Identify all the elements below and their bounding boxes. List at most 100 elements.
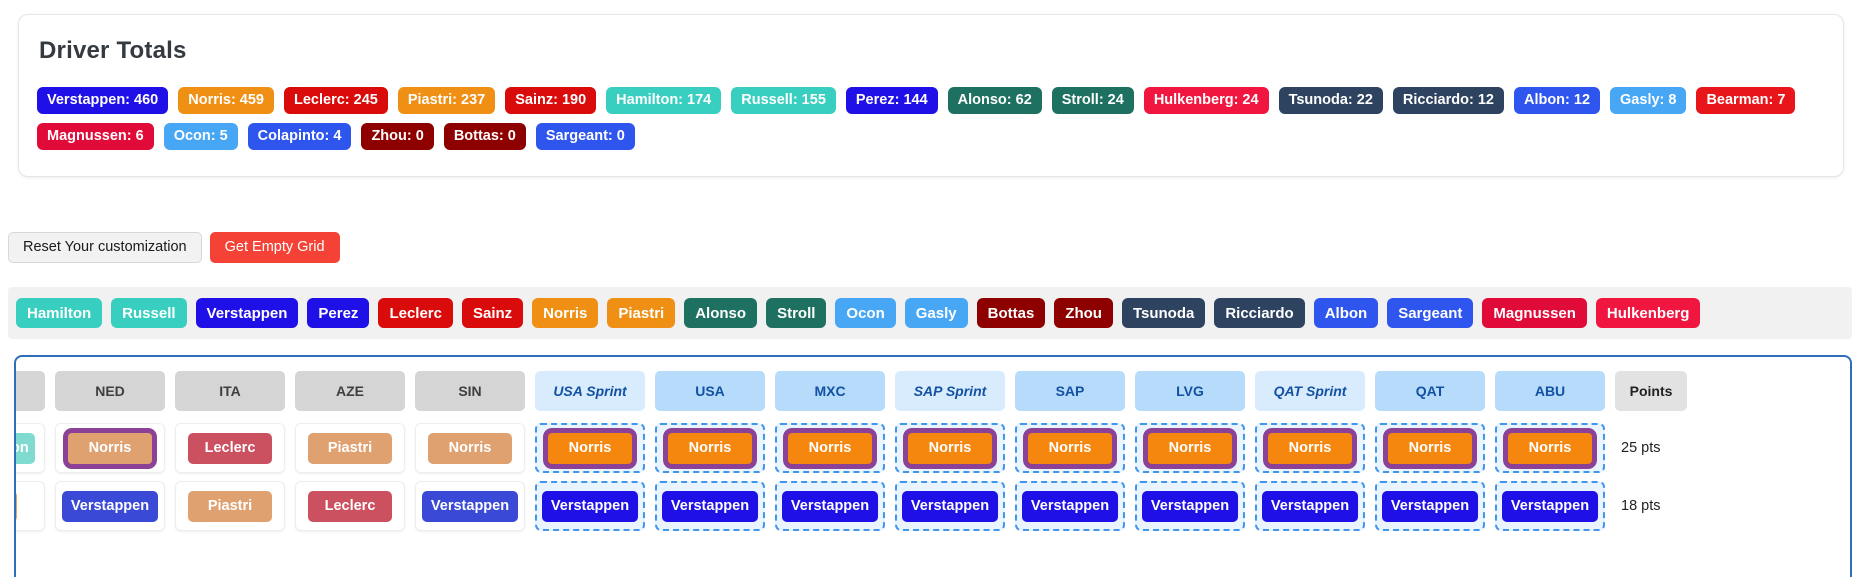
driver-total-badge: Bearman: 7	[1696, 87, 1796, 114]
race-header-cell: AZE	[295, 371, 405, 411]
race-result-cell[interactable]: Piastri	[175, 481, 285, 531]
race-result-cell[interactable]: Verstappen	[655, 481, 765, 531]
driver-chip[interactable]: Perez	[307, 298, 370, 328]
driver-total-badge: Stroll: 24	[1051, 87, 1134, 114]
driver-totals-card: Driver Totals Verstappen: 460 Norris: 459…	[18, 14, 1844, 177]
driver-chip[interactable]: Gasly	[904, 298, 968, 328]
driver-totals-list: Verstappen: 460 Norris: 459 Leclerc: 245 Pi…	[37, 87, 1825, 150]
driver-pill: Verstappen	[781, 490, 879, 522]
race-header-cell: LVG	[1135, 371, 1245, 411]
driver-chip[interactable]: Verstappen	[195, 298, 299, 328]
driver-chip[interactable]: Bottas	[976, 298, 1046, 328]
driver-chip[interactable]: Albon	[1313, 298, 1379, 328]
driver-total-badge: Norris: 459	[178, 87, 274, 114]
driver-pill: Verstappen	[1501, 490, 1599, 522]
driver-chip[interactable]: Hamilton	[16, 298, 103, 328]
driver-chip[interactable]: Norris	[532, 298, 599, 328]
driver-total-badge: Albon: 12	[1513, 87, 1601, 114]
driver-chip[interactable]: Sargeant	[1387, 298, 1474, 328]
driver-pill: Verstappen	[901, 490, 999, 522]
driver-chip[interactable]: Ocon	[835, 298, 896, 328]
driver-total-badge: Magnussen: 6	[37, 123, 154, 150]
driver-chip[interactable]: Leclerc	[378, 298, 453, 328]
driver-chip[interactable]: Magnussen	[1482, 298, 1587, 328]
race-result-cell[interactable]: Norris	[1135, 423, 1245, 473]
race-result-cell[interactable]: Verstappen	[415, 481, 525, 531]
driver-chip[interactable]: Stroll	[766, 298, 827, 328]
race-result-cell[interactable]: Norris	[1495, 423, 1605, 473]
driver-pill: Norris	[68, 432, 152, 464]
race-result-cell[interactable]: Leclerc	[295, 481, 405, 531]
race-result-cell[interactable]: Norris	[55, 423, 165, 473]
race-result-cell[interactable]: Norris	[415, 423, 525, 473]
driver-total-badge: Bottas: 0	[443, 123, 526, 150]
driver-pill: Verstappen	[661, 490, 759, 522]
race-header-cell: QAT	[1375, 371, 1485, 411]
race-result-cell[interactable]: Norris	[535, 423, 645, 473]
driver-chip[interactable]: Alonso	[684, 298, 758, 328]
driver-pill: Norris	[1268, 432, 1352, 464]
driver-chip[interactable]: Sainz	[461, 298, 524, 328]
driver-chip[interactable]: Hulkenberg	[1595, 298, 1701, 328]
driver-pill: Verstappen	[1261, 490, 1359, 522]
race-header-cell-clipped	[16, 371, 45, 411]
driver-chip[interactable]: Ricciardo	[1214, 298, 1305, 328]
race-header-cell: USA	[655, 371, 765, 411]
driver-total-badge: Ocon: 5	[163, 123, 238, 150]
driver-pill: Norris	[428, 432, 512, 464]
race-result-cell[interactable]: Norris	[1375, 423, 1485, 473]
race-result-cell[interactable]: Norris	[1255, 423, 1365, 473]
row-points-value: 25 pts	[1621, 440, 1661, 456]
race-result-cell[interactable]: Verstappen	[775, 481, 885, 531]
driver-total-badge: Verstappen: 460	[37, 87, 169, 114]
race-result-cell[interactable]: Leclerc	[175, 423, 285, 473]
race-result-cell[interactable]: Norris	[775, 423, 885, 473]
race-result-cell[interactable]: Verstappen	[55, 481, 165, 531]
driver-pill: Norris	[1508, 432, 1592, 464]
race-grid-row: Verstappen Piastri Leclerc Verstappen Versta…	[16, 477, 1850, 535]
race-result-cell[interactable]: Verstappen	[895, 481, 1005, 531]
driver-pill: Leclerc	[188, 432, 272, 464]
driver-total-badge: Leclerc: 245	[284, 87, 388, 114]
driver-total-badge: Sainz: 190	[505, 87, 597, 114]
driver-chip[interactable]: Tsunoda	[1121, 298, 1206, 328]
race-header-cell: NED	[55, 371, 165, 411]
driver-pill	[16, 490, 17, 522]
race-header-cell: USA Sprint	[535, 371, 645, 411]
race-result-cell[interactable]: Verstappen	[1015, 481, 1125, 531]
driver-chip-palette[interactable]: Hamilton Russell Verstappen Perez Leclerc Sai…	[8, 287, 1852, 339]
driver-chip[interactable]: Russell	[111, 298, 187, 328]
driver-pill: Norris	[788, 432, 872, 464]
race-result-cell[interactable]: Verstappen	[1255, 481, 1365, 531]
row-points-value: 18 pts	[1621, 498, 1661, 514]
race-result-cell[interactable]: Norris	[895, 423, 1005, 473]
driver-pill: Verstappen	[421, 490, 519, 522]
driver-total-badge: Hulkenberg: 24	[1143, 87, 1269, 114]
race-header-cell: QAT Sprint	[1255, 371, 1365, 411]
race-cell-clipped[interactable]	[16, 481, 45, 531]
driver-pill: Norris	[908, 432, 992, 464]
driver-chip[interactable]: Piastri	[607, 298, 676, 328]
driver-total-badge: Ricciardo: 12	[1392, 87, 1504, 114]
app-root: Driver Totals Verstappen: 460 Norris: 459…	[0, 0, 1852, 577]
driver-pill: Norris	[1388, 432, 1472, 464]
driver-total-badge: Zhou: 0	[361, 123, 434, 150]
driver-pill: Leclerc	[308, 490, 392, 522]
driver-total-badge: Alonso: 62	[947, 87, 1042, 114]
race-cell-clipped[interactable]: on	[16, 423, 45, 473]
reset-customization-button[interactable]: Reset Your customization	[8, 232, 202, 263]
driver-pill: Verstappen	[541, 490, 639, 522]
race-result-cell[interactable]: Norris	[1015, 423, 1125, 473]
race-result-cell[interactable]: Verstappen	[535, 481, 645, 531]
race-result-cell[interactable]: Piastri	[295, 423, 405, 473]
race-result-cell[interactable]: Verstappen	[1135, 481, 1245, 531]
driver-chip[interactable]: Zhou	[1054, 298, 1113, 328]
driver-total-badge: Hamilton: 174	[606, 87, 722, 114]
race-result-cell[interactable]: Norris	[655, 423, 765, 473]
race-result-cell[interactable]: Verstappen	[1495, 481, 1605, 531]
driver-total-badge: Tsunoda: 22	[1278, 87, 1383, 114]
driver-total-badge: Perez: 144	[845, 87, 938, 114]
driver-total-badge: Gasly: 8	[1610, 87, 1687, 114]
get-empty-grid-button[interactable]: Get Empty Grid	[209, 232, 340, 263]
race-result-cell[interactable]: Verstappen	[1375, 481, 1485, 531]
